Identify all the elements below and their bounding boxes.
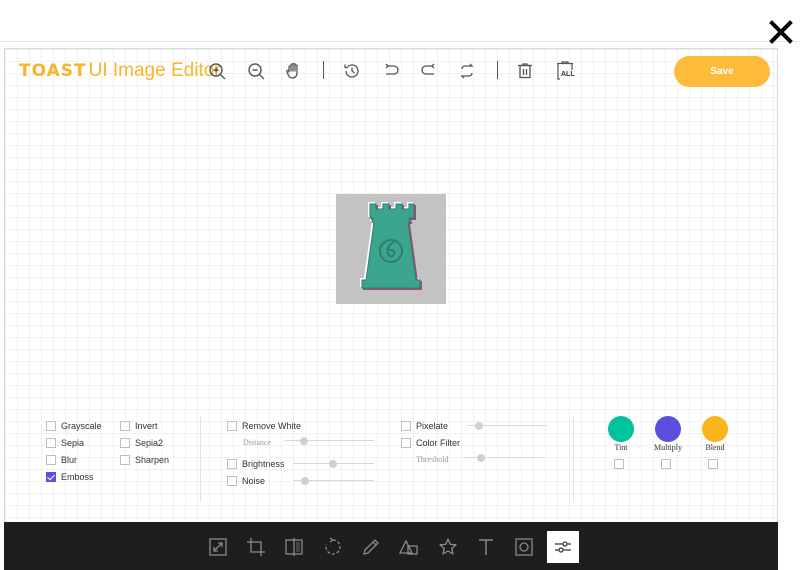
- bottom-menu: [4, 522, 778, 570]
- slider-track: [463, 457, 543, 458]
- noise-slider[interactable]: [293, 477, 374, 485]
- emboss-label: Emboss: [61, 472, 94, 482]
- logo-product: UI Image Editor: [88, 60, 221, 81]
- toolbar-separator: [497, 61, 498, 79]
- filter-noise[interactable]: Noise: [227, 476, 265, 486]
- color-filter-checkbox[interactable]: [401, 438, 411, 448]
- filter-column-separator: [200, 417, 201, 502]
- filter-panel: Grayscale Sepia Blur Emboss Invert Sepia…: [5, 409, 777, 519]
- mask-icon[interactable]: [512, 535, 536, 559]
- threshold-slider[interactable]: [463, 454, 543, 462]
- brightness-label: Brightness: [242, 459, 285, 469]
- blend-label: Blend: [705, 443, 725, 452]
- logo-brand: TOAST: [19, 61, 87, 81]
- slider-thumb[interactable]: [301, 477, 309, 485]
- filter-remove-white[interactable]: Remove White: [227, 421, 301, 431]
- blend-color-swatch[interactable]: [702, 416, 728, 442]
- shape-icon[interactable]: [397, 535, 421, 559]
- grayscale-label: Grayscale: [61, 421, 102, 431]
- slider-thumb[interactable]: [329, 460, 337, 468]
- blend-checkbox[interactable]: [708, 459, 718, 469]
- redo-icon[interactable]: [417, 59, 441, 83]
- star-icon[interactable]: [436, 535, 460, 559]
- slider-thumb[interactable]: [477, 454, 485, 462]
- filter-grayscale[interactable]: Grayscale: [46, 421, 102, 431]
- delete-all-label: ALL: [561, 71, 575, 78]
- canvas-image[interactable]: [336, 194, 446, 304]
- emboss-checkbox[interactable]: [46, 472, 56, 482]
- draw-icon[interactable]: [359, 535, 383, 559]
- slider-thumb[interactable]: [300, 437, 308, 445]
- zoom-out-icon[interactable]: [244, 59, 268, 83]
- filter-sepia[interactable]: Sepia: [46, 438, 84, 448]
- remove-white-checkbox[interactable]: [227, 421, 237, 431]
- pixelate-checkbox[interactable]: [401, 421, 411, 431]
- filter-sharpen[interactable]: Sharpen: [120, 455, 169, 465]
- filter-color-filter[interactable]: Color Filter: [401, 438, 460, 448]
- tint-checkbox[interactable]: [614, 459, 624, 469]
- pixelate-slider[interactable]: [467, 422, 547, 430]
- sharpen-label: Sharpen: [135, 455, 170, 465]
- toolbar-separator: [323, 61, 324, 79]
- filter-brightness[interactable]: Brightness: [227, 459, 285, 469]
- filter-column-separator: [573, 417, 574, 502]
- header-divider: [0, 41, 800, 42]
- filter-blur[interactable]: Blur: [46, 455, 77, 465]
- text-icon[interactable]: [474, 535, 498, 559]
- tint-color-swatch[interactable]: [608, 416, 634, 442]
- editor-logo: TOAST UI Image Editor: [19, 60, 221, 82]
- pixelate-label: Pixelate: [416, 421, 449, 431]
- crop-icon[interactable]: [244, 535, 268, 559]
- close-icon[interactable]: [767, 18, 795, 46]
- filter-pixelate[interactable]: Pixelate: [401, 421, 448, 431]
- filter-sepia2[interactable]: Sepia2: [120, 438, 163, 448]
- multiply-checkbox[interactable]: [661, 459, 671, 469]
- rotate-icon[interactable]: [321, 535, 345, 559]
- resize-icon[interactable]: [206, 535, 230, 559]
- sepia2-label: Sepia2: [135, 438, 164, 448]
- save-button[interactable]: Save: [674, 56, 770, 87]
- history-icon[interactable]: [340, 59, 364, 83]
- slider-thumb[interactable]: [475, 422, 483, 430]
- delete-all-icon[interactable]: ALL: [553, 59, 579, 83]
- invert-label: Invert: [135, 421, 158, 431]
- image-editor: TOAST UI Image Editor ALL Save Grayscale…: [4, 48, 778, 570]
- distance-slider[interactable]: [284, 437, 374, 445]
- blur-label: Blur: [61, 455, 78, 465]
- invert-checkbox[interactable]: [120, 421, 130, 431]
- color-filter-label: Color Filter: [416, 438, 461, 448]
- multiply-label: Multiply: [653, 443, 682, 452]
- distance-label: Distance: [243, 438, 271, 447]
- blur-checkbox[interactable]: [46, 455, 56, 465]
- delete-icon[interactable]: [513, 59, 537, 83]
- tint-label: Tint: [614, 443, 628, 452]
- undo-icon[interactable]: [379, 59, 403, 83]
- filter-invert[interactable]: Invert: [120, 421, 158, 431]
- zoom-in-icon[interactable]: [205, 59, 229, 83]
- flip-icon[interactable]: [282, 535, 306, 559]
- reset-icon[interactable]: [455, 59, 479, 83]
- threshold-label: Threshold: [416, 455, 449, 464]
- grayscale-checkbox[interactable]: [46, 421, 56, 431]
- noise-checkbox[interactable]: [227, 476, 237, 486]
- filter-icon[interactable]: [547, 531, 579, 563]
- slider-track: [284, 440, 374, 441]
- brightness-checkbox[interactable]: [227, 459, 237, 469]
- noise-label: Noise: [242, 476, 266, 486]
- brightness-slider[interactable]: [293, 460, 374, 468]
- sepia-label: Sepia: [61, 438, 85, 448]
- filter-emboss[interactable]: Emboss: [46, 472, 94, 482]
- sharpen-checkbox[interactable]: [120, 455, 130, 465]
- hand-icon[interactable]: [282, 59, 306, 83]
- multiply-color-swatch[interactable]: [655, 416, 681, 442]
- sepia-checkbox[interactable]: [46, 438, 56, 448]
- remove-white-label: Remove White: [242, 421, 302, 431]
- sepia2-checkbox[interactable]: [120, 438, 130, 448]
